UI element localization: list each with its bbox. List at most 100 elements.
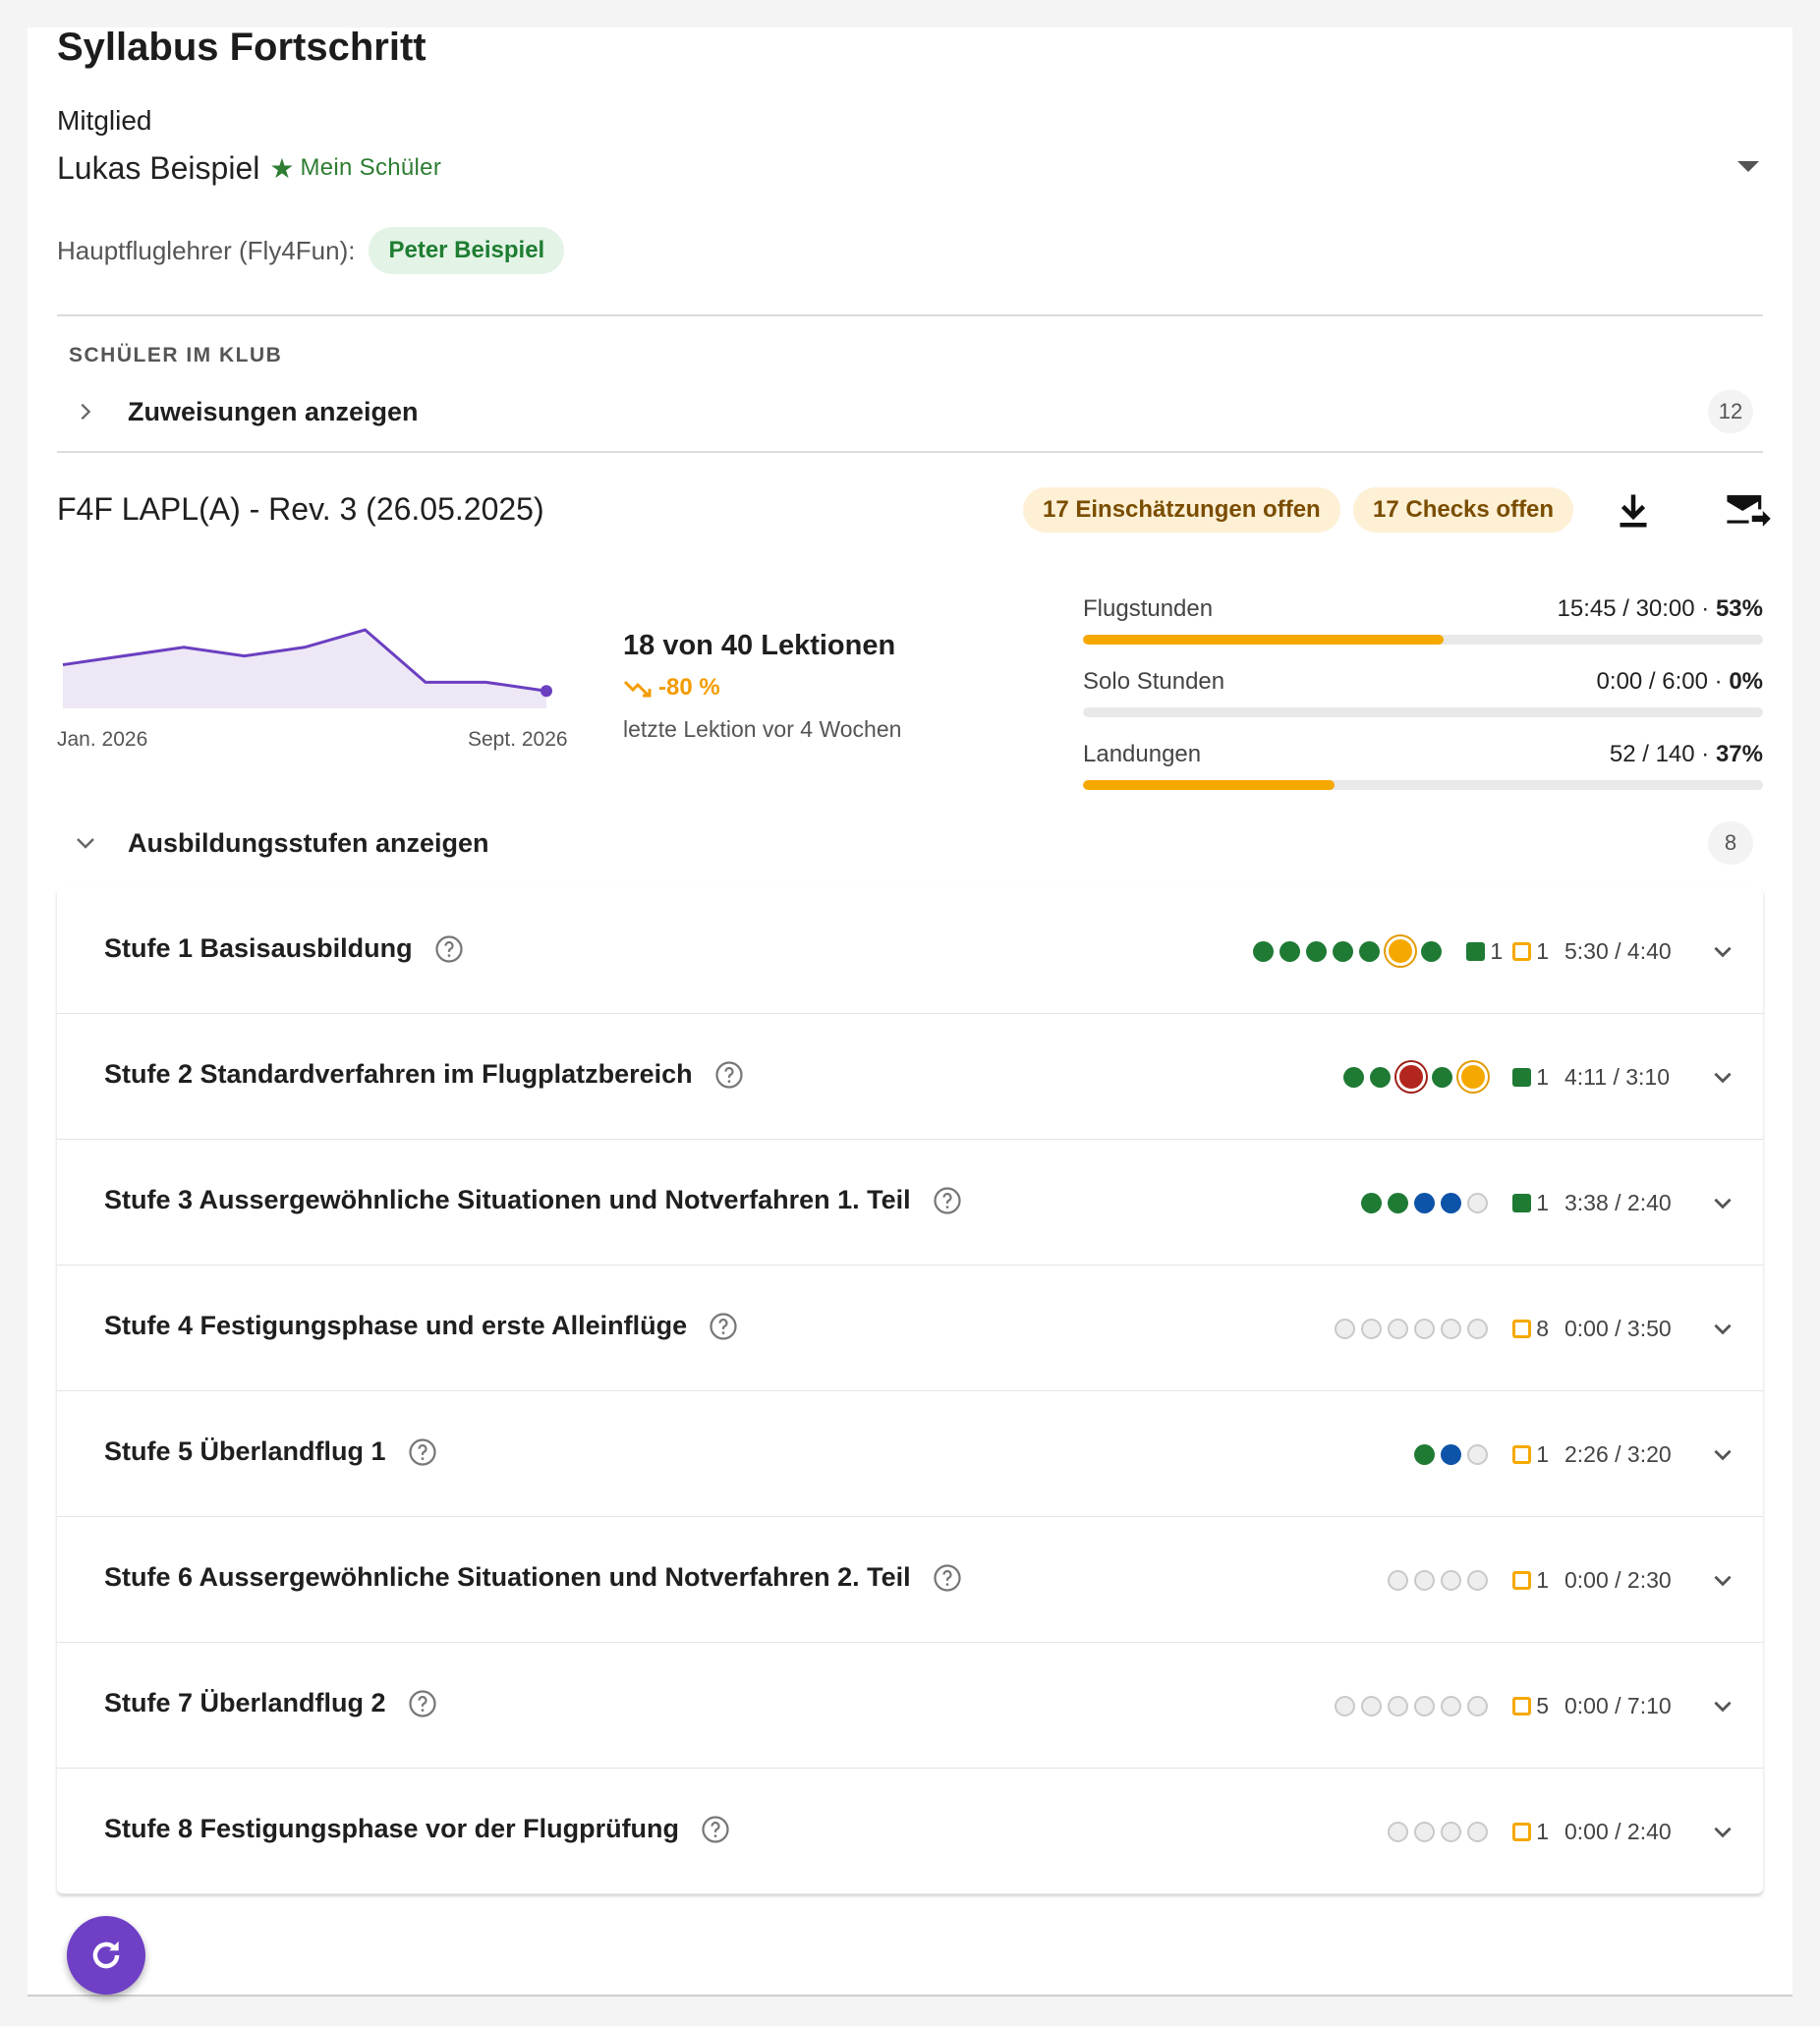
lesson-status-dot[interactable] xyxy=(1253,940,1275,962)
stage-row[interactable]: Stufe 3 Aussergewöhnliche Situationen un… xyxy=(57,1140,1763,1266)
stat-flight-hours: Flugstunden 15:45 / 30:00 · 53% xyxy=(1083,595,1763,654)
lesson-status-dot[interactable] xyxy=(1280,940,1301,962)
lessons-summary: 18 von 40 Lektionen xyxy=(623,630,896,661)
lesson-status-dot[interactable] xyxy=(1414,1318,1436,1339)
help-icon[interactable] xyxy=(434,934,464,964)
help-icon[interactable] xyxy=(714,1060,744,1090)
check-count-value: 8 xyxy=(1536,1315,1549,1341)
lesson-status-dot[interactable] xyxy=(1467,1443,1489,1465)
chevron-down-icon[interactable] xyxy=(1708,936,1737,966)
help-icon[interactable] xyxy=(933,1563,962,1593)
check-mark-count: 5 xyxy=(1512,1693,1549,1719)
check-count-value: 1 xyxy=(1536,1818,1549,1844)
lesson-status-dot[interactable] xyxy=(1467,1569,1489,1591)
lesson-status-dot[interactable] xyxy=(1388,1318,1409,1339)
refresh-button[interactable] xyxy=(67,1916,145,1995)
lesson-status-dot[interactable] xyxy=(1361,1318,1383,1339)
lesson-status-dot[interactable] xyxy=(1441,1192,1462,1213)
lesson-status-dot[interactable] xyxy=(1343,1066,1365,1088)
check-done-icon xyxy=(1512,1067,1532,1087)
check-marks: 1 xyxy=(1512,1819,1559,1845)
lesson-status-dot[interactable] xyxy=(1414,1569,1436,1591)
lesson-status-dots xyxy=(1358,1192,1491,1213)
stage-row[interactable]: Stufe 4 Festigungsphase und erste Allein… xyxy=(57,1266,1763,1391)
lesson-status-dot[interactable] xyxy=(1361,1695,1383,1716)
lesson-status-dot[interactable] xyxy=(1441,1443,1462,1465)
lesson-status-dot[interactable] xyxy=(1421,940,1443,962)
assessments-open-chip[interactable]: 17 Einschätzungen offen xyxy=(1023,487,1340,533)
instructor-row: Hauptfluglehrer (Fly4Fun): Peter Beispie… xyxy=(57,226,565,275)
check-done-icon xyxy=(1466,941,1486,961)
lesson-status-dot[interactable] xyxy=(1414,1443,1436,1465)
lesson-status-dot[interactable] xyxy=(1359,940,1381,962)
check-mark-count: 1 xyxy=(1512,938,1549,965)
lesson-status-dot[interactable] xyxy=(1467,1695,1489,1716)
chevron-down-icon xyxy=(61,819,110,867)
lesson-status-dot[interactable] xyxy=(1467,1318,1489,1339)
progress-bar xyxy=(1083,780,1763,790)
instructor-chip[interactable]: Peter Beispiel xyxy=(369,227,565,274)
lesson-status-dot[interactable] xyxy=(1441,1318,1462,1339)
chevron-down-icon[interactable] xyxy=(1708,1062,1737,1092)
chevron-down-icon[interactable] xyxy=(1708,1188,1737,1217)
stat-landings: Landungen 52 / 140 · 37% xyxy=(1083,741,1763,800)
help-icon[interactable] xyxy=(701,1815,730,1844)
help-icon[interactable] xyxy=(408,1437,437,1467)
lesson-status-dot[interactable] xyxy=(1458,1062,1489,1092)
lesson-status-dot[interactable] xyxy=(1467,1192,1489,1213)
lesson-status-dot[interactable] xyxy=(1441,1695,1462,1716)
page-title: Syllabus Fortschritt xyxy=(57,26,427,69)
chevron-down-icon[interactable] xyxy=(1708,1314,1737,1343)
download-button[interactable] xyxy=(1612,489,1655,533)
email-button[interactable] xyxy=(1722,489,1773,533)
lesson-status-dot[interactable] xyxy=(1335,1695,1356,1716)
stat-value: 52 / 140 · 37% xyxy=(1610,741,1763,768)
assignments-expander[interactable]: Zuweisungen anzeigen 12 xyxy=(57,388,1763,435)
lesson-status-dot[interactable] xyxy=(1361,1192,1383,1213)
checks-open-chip[interactable]: 17 Checks offen xyxy=(1353,487,1574,533)
dropdown-caret-icon[interactable] xyxy=(1737,161,1759,172)
help-icon[interactable] xyxy=(408,1689,437,1718)
stage-time: 0:00 / 2:30 xyxy=(1564,1566,1672,1593)
chevron-down-icon[interactable] xyxy=(1708,1565,1737,1595)
stage-row[interactable]: Stufe 6 Aussergewöhnliche Situationen un… xyxy=(57,1517,1763,1643)
stages-expander[interactable]: Ausbildungsstufen anzeigen 8 xyxy=(57,819,1763,867)
chevron-down-icon[interactable] xyxy=(1708,1817,1737,1846)
chevron-down-icon[interactable] xyxy=(1708,1439,1737,1469)
stage-row[interactable]: Stufe 8 Festigungsphase vor der Flugprüf… xyxy=(57,1769,1763,1894)
help-icon[interactable] xyxy=(709,1312,738,1341)
check-marks: 11 xyxy=(1466,938,1559,965)
stage-row[interactable]: Stufe 2 Standardverfahren im Flugplatzbe… xyxy=(57,1014,1763,1140)
lesson-status-dot[interactable] xyxy=(1441,1569,1462,1591)
check-count-value: 1 xyxy=(1490,937,1504,964)
stage-row[interactable]: Stufe 7 Überlandflug 2 5 0:00 / 7:10 xyxy=(57,1643,1763,1769)
lesson-status-dot[interactable] xyxy=(1306,940,1328,962)
star-icon: ★ xyxy=(269,152,295,184)
stage-title: Stufe 2 Standardverfahren im Flugplatzbe… xyxy=(104,1059,744,1090)
lesson-status-dot[interactable] xyxy=(1414,1821,1436,1842)
lesson-status-dot[interactable] xyxy=(1388,1192,1409,1213)
check-mark-count: 1 xyxy=(1512,1190,1549,1216)
lesson-status-dot[interactable] xyxy=(1467,1821,1489,1842)
lesson-status-dot[interactable] xyxy=(1335,1318,1356,1339)
lesson-status-dot[interactable] xyxy=(1388,1695,1409,1716)
lesson-status-dot[interactable] xyxy=(1432,1066,1453,1088)
help-icon[interactable] xyxy=(933,1186,962,1215)
lesson-status-dot[interactable] xyxy=(1441,1821,1462,1842)
divider xyxy=(57,314,1763,316)
chevron-down-icon[interactable] xyxy=(1708,1691,1737,1720)
stage-row[interactable]: Stufe 1 Basisausbildung 11 5:30 / 4:40 xyxy=(57,888,1763,1014)
lesson-status-dot[interactable] xyxy=(1386,936,1416,966)
stage-title-text: Stufe 8 Festigungsphase vor der Flugprüf… xyxy=(104,1814,680,1843)
stage-row[interactable]: Stufe 5 Überlandflug 1 1 2:26 / 3:20 xyxy=(57,1391,1763,1517)
lesson-status-dot[interactable] xyxy=(1396,1062,1427,1092)
download-icon xyxy=(1620,494,1647,528)
lesson-status-dot[interactable] xyxy=(1370,1066,1392,1088)
lesson-status-dot[interactable] xyxy=(1388,1821,1409,1842)
lesson-status-dot[interactable] xyxy=(1414,1695,1436,1716)
member-select[interactable]: Lukas Beispiel ★ Mein Schüler xyxy=(57,143,1763,193)
lesson-status-dot[interactable] xyxy=(1388,1569,1409,1591)
lesson-status-dot[interactable] xyxy=(1414,1192,1436,1213)
stat-percent: 0% xyxy=(1729,668,1763,695)
lesson-status-dot[interactable] xyxy=(1333,940,1354,962)
